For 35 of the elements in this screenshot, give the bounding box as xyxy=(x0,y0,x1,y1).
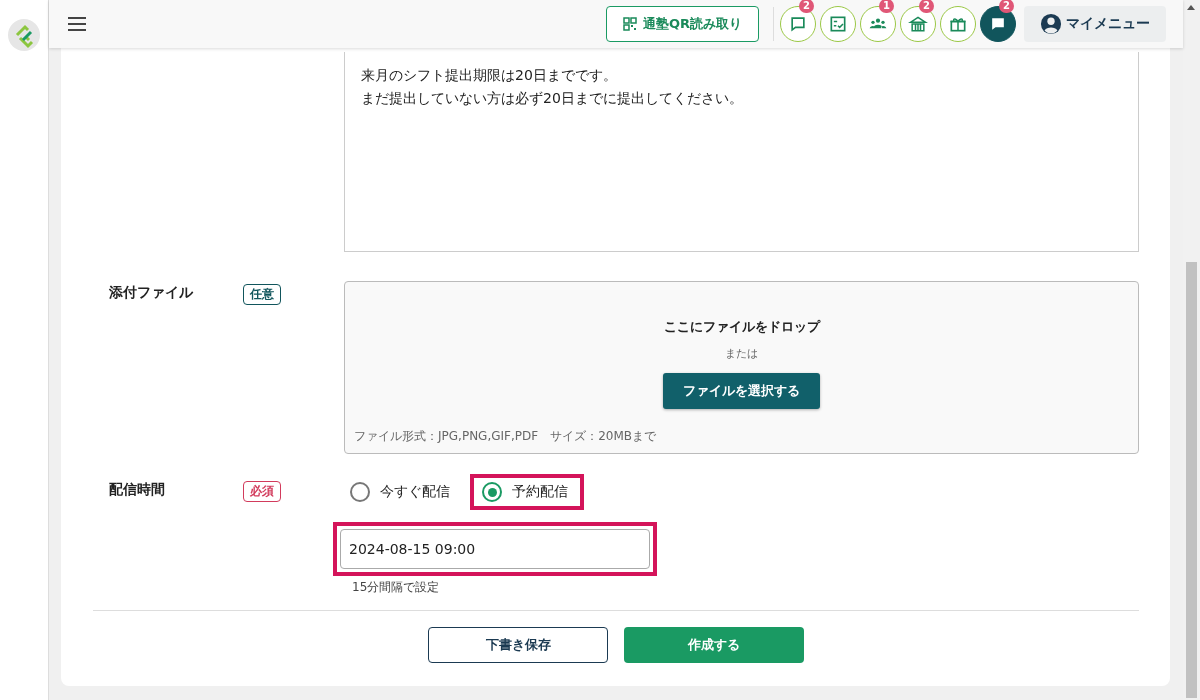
qr-scan-button[interactable]: 通塾QR読み取り xyxy=(605,6,759,42)
file-format-note: ファイル形式：JPG,PNG,GIF,PDF サイズ：20MBまで xyxy=(354,428,656,445)
message-textarea[interactable]: 来月のシフト提出期限は20日までです。 まだ提出していない方は必ず20日までに提出してください。 xyxy=(344,52,1139,252)
user-icon xyxy=(1040,13,1062,35)
field-label: 配信時間 xyxy=(109,481,165,497)
icon-button[interactable] xyxy=(940,6,976,42)
field-tag: 必須 xyxy=(243,481,281,502)
radio-icon[interactable] xyxy=(482,482,502,502)
radio-option[interactable]: 今すぐ配信 xyxy=(344,474,466,510)
file-drop-zone[interactable]: ここにファイルをドロップ または ファイルを選択する ファイル形式：JPG,PNG,GIF,PDF サイズ：20MBまで xyxy=(344,281,1139,454)
select-file-button[interactable]: ファイルを選択する xyxy=(663,373,820,409)
field-tag: 任意 xyxy=(243,284,281,305)
datetime-field[interactable]: 2024-08-15 09:00 xyxy=(340,529,650,569)
create-button[interactable]: 作成する xyxy=(624,627,804,663)
field-label: 添付ファイル xyxy=(109,284,193,300)
message-line: 来月のシフト提出期限は20日までです。 xyxy=(361,66,617,85)
my-menu-button[interactable]: マイメニュー xyxy=(1024,6,1166,42)
count-badge: 1 xyxy=(879,0,894,13)
drop-text: ここにファイルをドロップ xyxy=(663,318,820,336)
or-text: または xyxy=(725,346,758,361)
count-badge: 2 xyxy=(799,0,814,13)
save-draft-button[interactable]: 下書き保存 xyxy=(428,627,608,663)
count-badge: 2 xyxy=(999,0,1014,13)
radio-icon[interactable] xyxy=(350,482,370,502)
scrollbar[interactable] xyxy=(1183,0,1200,700)
speech-bubble-icon xyxy=(788,14,808,34)
building-icon xyxy=(908,14,928,34)
logo-icon xyxy=(7,18,41,52)
message-line: まだ提出していない方は必ず20日までに提出してください。 xyxy=(361,89,743,108)
icon-button[interactable] xyxy=(820,6,856,42)
checklist-icon xyxy=(828,14,848,34)
interval-hint: 15分間隔で設定 xyxy=(352,579,441,596)
count-badge: 2 xyxy=(919,0,934,13)
qr-code-icon xyxy=(622,17,637,31)
radio-option[interactable]: 予約配信 xyxy=(470,474,584,510)
